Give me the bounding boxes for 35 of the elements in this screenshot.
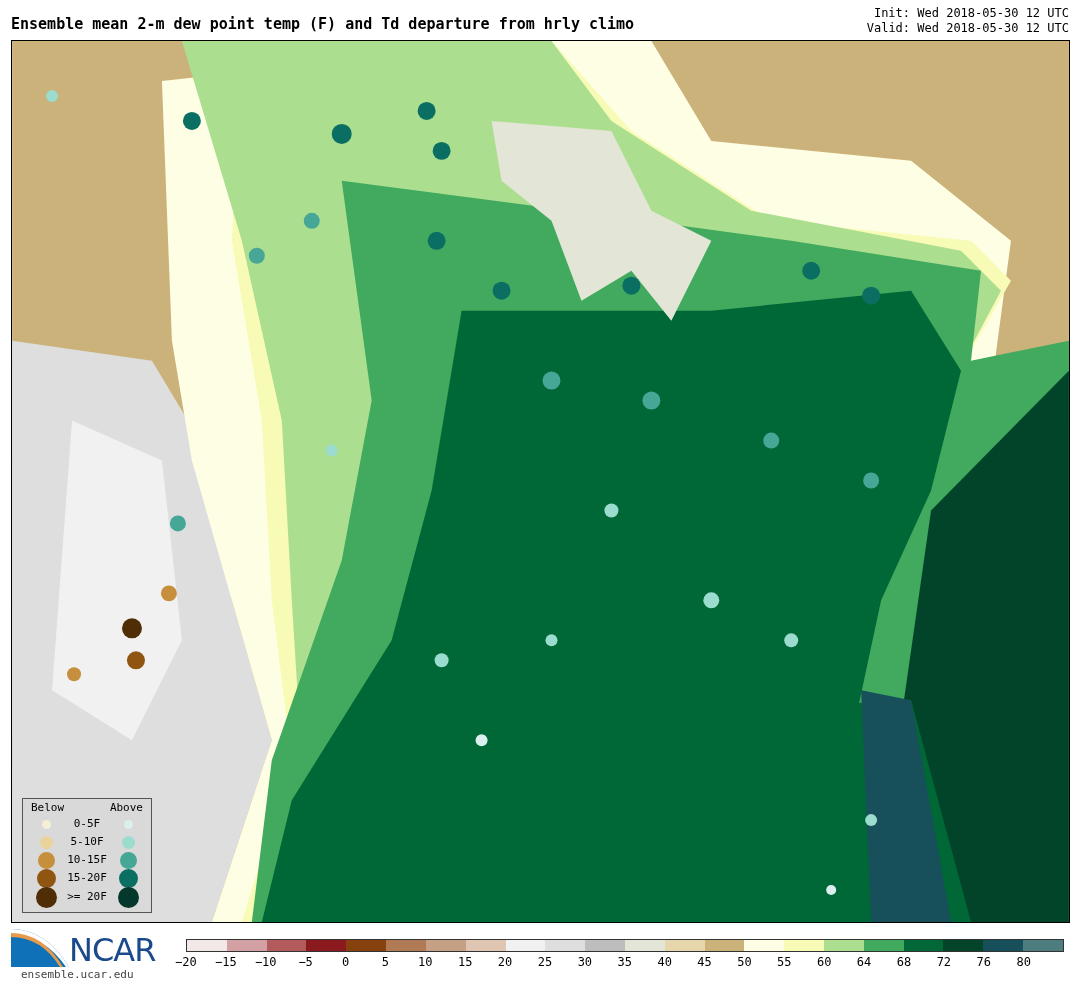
colorbar-tick-label: 20 (496, 954, 514, 971)
colorbar-tick-label: 35 (616, 954, 633, 971)
colorbar-tick-label: 76 (975, 954, 992, 971)
colorbar-tick-label: 30 (576, 954, 594, 971)
colorbar-tick-label: 80 (1015, 954, 1032, 971)
colorbar-tick-label: −5 (297, 954, 314, 971)
colorbar-tick-label: 0 (340, 954, 351, 971)
colorbar-tick-label: 72 (935, 954, 953, 971)
colorbar-tick-label: 68 (895, 954, 913, 971)
chart-title: Ensemble mean 2-m dew point temp (F) and Td departure from hrly climo (11, 14, 635, 35)
colorbar-tick-label: 40 (656, 954, 673, 971)
colorbar-tick-label: −20 (174, 954, 198, 971)
colorbar-tick-label: 60 (815, 954, 833, 971)
legend-label: 10-15F (66, 852, 108, 869)
colorbar-tick-label: 5 (380, 954, 390, 971)
colorbar-tick-label: 55 (776, 954, 793, 971)
colorbar-tick-label: 45 (696, 954, 713, 971)
legend-label: 15-20F (66, 870, 108, 887)
legend-header: Above (109, 800, 143, 816)
valid-time: Valid: Wed 2018-05-30 12 UTC (866, 21, 1069, 36)
colorbar-tick-label: 10 (417, 954, 434, 971)
ncar-logo-text: NCAR (69, 933, 156, 967)
colorbar-tick-label: 25 (536, 954, 554, 971)
init-time: Init: Wed 2018-05-30 12 UTC (873, 6, 1069, 21)
legend-label: 0-5F (72, 816, 102, 833)
website-url: ensemble.ucar.edu (21, 967, 135, 983)
colorbar-tick-label: 64 (855, 954, 873, 971)
colorbar-tick-label: 50 (736, 954, 753, 971)
colorbar-tick-label: −10 (253, 954, 278, 971)
legend-header: Below (31, 800, 65, 816)
swoosh-icon (11, 927, 69, 967)
legend-label: >= 20F (66, 888, 108, 905)
legend-label: 5-10F (69, 834, 105, 851)
colorbar-tick-label: −15 (214, 954, 238, 971)
colorbar-tick-label: 15 (456, 954, 474, 971)
